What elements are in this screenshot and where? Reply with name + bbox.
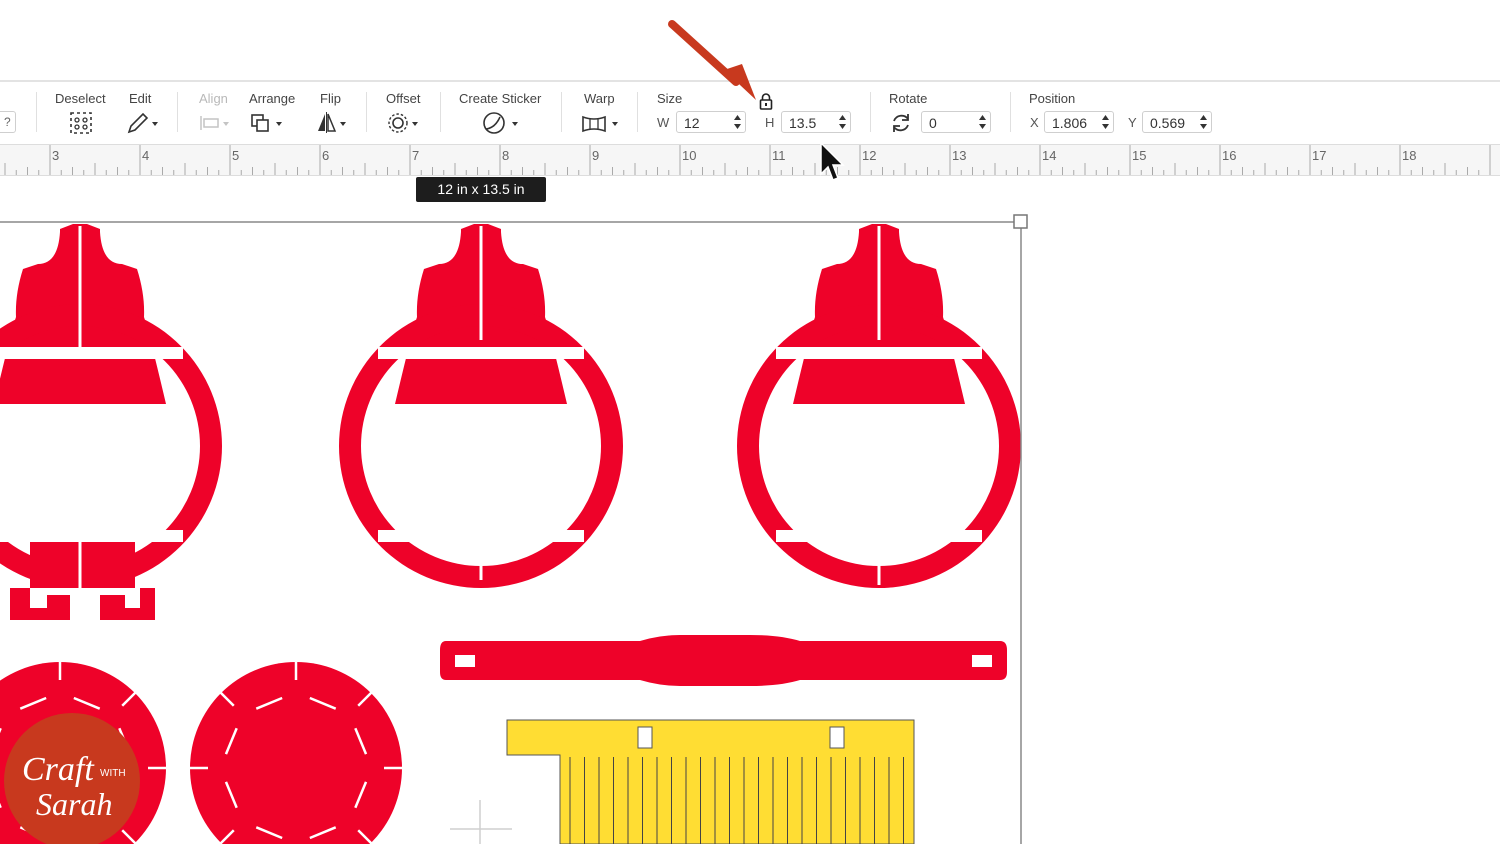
origin-crosshair [450,800,512,844]
rotate-stepper-icon[interactable] [978,114,987,130]
height-stepper-icon[interactable] [838,114,847,130]
ruler-number: 16 [1222,148,1237,163]
divider [1010,92,1011,132]
warp-icon [582,115,618,133]
deselect-label: Deselect [55,91,106,106]
ruler-number: 6 [322,148,330,163]
flip-button[interactable]: Flip [315,82,355,144]
flip-icon [318,112,346,133]
arrange-button[interactable]: Arrange [249,82,301,144]
deselect-button[interactable]: Deselect [55,82,111,144]
rotate-input[interactable]: 0 [921,111,991,133]
ruler-number: 9 [592,148,600,163]
height-axis-label: H [765,115,775,130]
rotate-label: Rotate [889,91,928,106]
position-label: Position [1029,91,1076,106]
create-sticker-label: Create Sticker [459,91,542,106]
annotation-arrow-icon [668,20,756,100]
edit-label: Edit [129,91,152,106]
divider [440,92,441,132]
offset-icon [388,113,418,133]
flip-label: Flip [320,91,341,106]
mouse-cursor-icon [820,141,845,181]
ruler-number: 8 [502,148,510,163]
offset-label: Offset [386,91,421,106]
edit-pencil-icon [127,112,158,134]
divider [366,92,367,132]
ruler-number: 7 [412,148,420,163]
warp-button[interactable]: Warp [580,82,624,144]
ruler-number: 17 [1312,148,1327,163]
ruler-number: 15 [1132,148,1147,163]
align-label: Align [199,91,228,106]
handle-strip-shape[interactable] [440,635,1007,686]
x-stepper-icon[interactable] [1101,114,1110,130]
design-canvas[interactable]: Craft WITH Sarah [0,174,1500,844]
ruler-number: 14 [1042,148,1057,163]
ruler-number: 18 [1402,148,1417,163]
arrange-label: Arrange [249,91,296,106]
size-tooltip: 12 in x 13.5 in [416,177,546,202]
create-sticker-button[interactable]: Create Sticker [459,82,549,144]
watermark-line1: Craft [22,751,95,788]
divider [561,92,562,132]
rotate-icon[interactable] [889,111,913,135]
y-position-input[interactable]: 0.569 [1142,111,1212,133]
watermark-small: WITH [100,768,126,779]
width-input[interactable]: 12 [676,111,746,133]
align-icon [200,116,229,130]
ruler-number: 13 [952,148,967,163]
divider [637,92,638,132]
y-stepper-icon[interactable] [1199,114,1208,130]
edit-button[interactable]: Edit [126,82,166,144]
partial-field[interactable]: ? [0,111,16,133]
y-axis-label: Y [1128,115,1137,130]
watermark-line2: Sarah [36,786,112,822]
width-stepper-icon[interactable] [733,114,742,130]
round-base-shape-middle[interactable] [190,662,402,844]
x-position-input[interactable]: 1.806 [1044,111,1114,133]
divider [870,92,871,132]
fringe-strip-shape[interactable] [506,719,915,844]
ruler-number: 12 [862,148,877,163]
width-axis-label: W [657,115,670,130]
deselect-icon [70,112,92,134]
rotate-group: Rotate 0 [889,82,994,144]
divider [36,92,37,132]
warp-label: Warp [584,91,615,106]
ornament-shape-left[interactable] [0,224,222,620]
arrange-icon [251,114,282,132]
offset-button[interactable]: Offset [385,82,429,144]
ruler-number: 10 [682,148,697,163]
watermark-logo: Craft WITH Sarah [4,713,140,844]
position-group: Position X 1.806 Y 0.569 [1029,82,1219,144]
ruler-number: 3 [52,148,60,163]
ruler-number: 5 [232,148,240,163]
horizontal-ruler[interactable]: 3 4 5 6 7 8 9 10 11 12 13 14 15 16 17 18 [0,144,1500,176]
ruler-number: 11 [772,148,786,163]
align-button-disabled[interactable]: Align [198,82,234,144]
x-axis-label: X [1030,115,1039,130]
resize-handle[interactable] [1013,214,1028,229]
ruler-ticks [4,145,1491,175]
create-sticker-icon [483,112,518,134]
ruler-number: 4 [142,148,150,163]
divider [177,92,178,132]
height-input[interactable]: 13.5 [781,111,851,133]
